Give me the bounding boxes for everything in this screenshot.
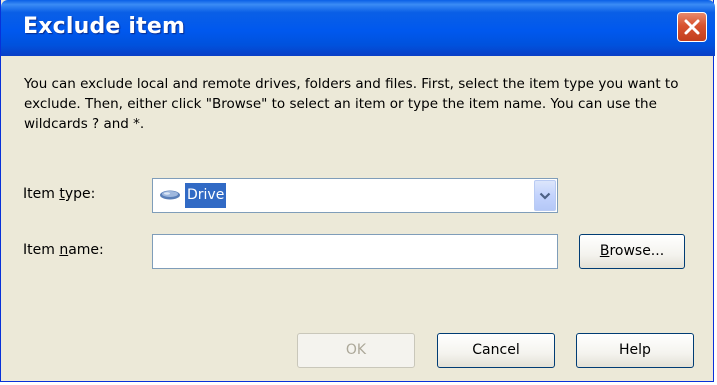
- item-name-input[interactable]: [152, 234, 558, 269]
- ok-button[interactable]: OK: [297, 333, 415, 368]
- item-type-dropdown-button[interactable]: [534, 180, 556, 211]
- dialog-title: Exclude item: [23, 14, 186, 39]
- dialog-body: You can exclude local and remote drives,…: [4, 56, 710, 378]
- browse-button[interactable]: Browse...: [579, 234, 685, 269]
- item-type-label: Item type:: [23, 186, 96, 202]
- item-name-label: Item name:: [23, 242, 104, 258]
- drive-icon: [160, 190, 180, 200]
- chevron-down-icon: [539, 192, 551, 200]
- instructions-text: You can exclude local and remote drives,…: [24, 76, 679, 132]
- title-bar[interactable]: Exclude item: [1, 0, 715, 56]
- close-icon: [684, 19, 700, 35]
- item-type-selected-value: Drive: [185, 183, 227, 208]
- close-button[interactable]: [677, 12, 707, 42]
- help-button[interactable]: Help: [576, 333, 694, 368]
- exclude-item-dialog: Exclude item You can exclude local and r…: [0, 0, 715, 382]
- cancel-button[interactable]: Cancel: [437, 333, 555, 368]
- item-type-combobox[interactable]: Drive: [152, 178, 558, 213]
